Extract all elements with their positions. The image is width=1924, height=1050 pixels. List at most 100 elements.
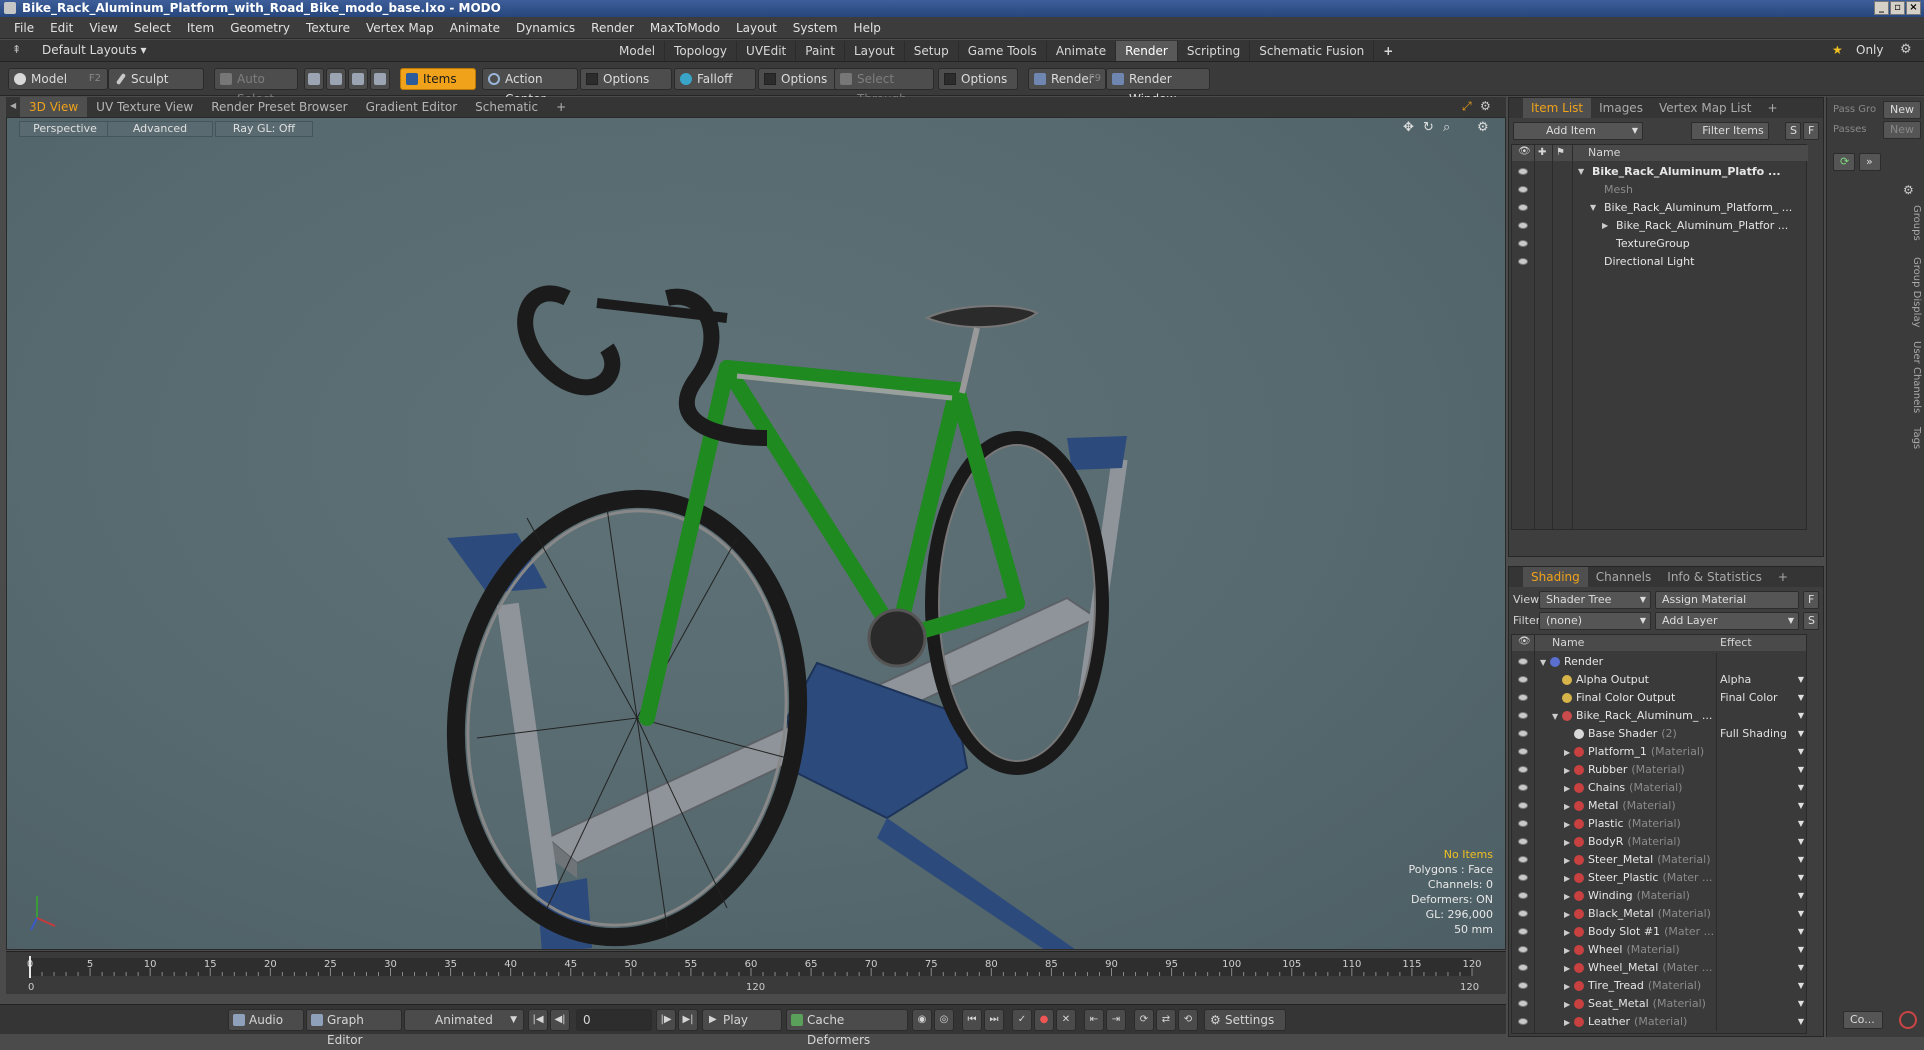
expand-triangle-icon[interactable]: ▶ <box>1564 996 1574 1013</box>
tab-3d-view[interactable]: 3D View <box>20 97 88 117</box>
visibility-eye-icon[interactable] <box>1518 168 1528 175</box>
key-right-icon[interactable]: ⇥ <box>1106 1009 1126 1031</box>
visibility-eye-icon[interactable] <box>1518 784 1528 791</box>
visibility-eye-icon[interactable] <box>1518 186 1528 193</box>
menu-system[interactable]: System <box>785 17 846 39</box>
materials-mode-icon[interactable] <box>370 68 390 90</box>
close-button[interactable]: × <box>1906 1 1921 15</box>
shader-row[interactable]: ▶ Rubber (Material) ▼ <box>1512 761 1806 779</box>
expand-triangle-icon[interactable]: ▼ <box>1540 654 1550 671</box>
graph-editor-button[interactable]: Graph Editor <box>306 1009 402 1047</box>
item-row[interactable]: ▼ Bike_Rack_Aluminum_Platfo ... <box>1512 163 1809 181</box>
shader-row[interactable]: ▶ Seat_Metal (Material) ▼ <box>1512 995 1806 1013</box>
effect-dropdown[interactable]: ▼ <box>1716 941 1806 959</box>
tab-info-statistics[interactable]: Info & Statistics <box>1659 567 1770 587</box>
loop-icon[interactable]: ⟳ <box>1134 1009 1154 1031</box>
side-tab-user-channels[interactable]: User Channels <box>1911 341 1922 413</box>
visibility-eye-icon[interactable] <box>1518 204 1528 211</box>
menu-vertex-map[interactable]: Vertex Map <box>358 17 442 39</box>
options-checkbox-3[interactable] <box>944 73 956 85</box>
effect-dropdown[interactable]: ▼ <box>1716 833 1806 851</box>
expand-triangle-icon[interactable]: ▼ <box>1552 708 1562 725</box>
effect-dropdown[interactable]: ▼ <box>1716 959 1806 977</box>
expand-triangle-icon[interactable]: ▶ <box>1602 217 1612 235</box>
visibility-eye-icon[interactable] <box>1518 658 1528 665</box>
visibility-eye-icon[interactable] <box>1518 838 1528 845</box>
layout-preset-dropdown[interactable]: Default Layouts ▾ <box>42 43 147 57</box>
add-item-dropdown[interactable]: Add Item ▼ <box>1513 122 1643 140</box>
render-button[interactable]: Render F9 <box>1028 68 1106 90</box>
tab-paint[interactable]: Paint <box>796 41 845 61</box>
visibility-eye-icon[interactable] <box>1518 712 1528 719</box>
add-panel-tab-button[interactable]: + <box>1759 98 1785 118</box>
visibility-eye-icon[interactable] <box>1518 946 1528 953</box>
effect-dropdown[interactable]: ▼ <box>1716 977 1806 995</box>
animated-dropdown[interactable]: Animated ▼ <box>404 1009 524 1031</box>
tab-layout[interactable]: Layout <box>845 41 905 61</box>
expand-icon[interactable]: ⤢ <box>1462 99 1472 114</box>
visibility-eye-icon[interactable] <box>1518 222 1528 229</box>
first-frame-button[interactable]: |◀ <box>528 1009 548 1031</box>
shader-row[interactable]: ▶ Wheel (Material) ▼ <box>1512 941 1806 959</box>
minimize-button[interactable]: _ <box>1874 1 1889 15</box>
menu-layout[interactable]: Layout <box>728 17 785 39</box>
effect-dropdown[interactable]: ▼ <box>1716 779 1806 797</box>
item-row[interactable]: ▼ Bike_Rack_Aluminum_Platform_ ... <box>1512 199 1809 217</box>
refresh-icon[interactable]: ⟳ <box>1833 153 1855 171</box>
pass-gear-icon[interactable]: ⚙ <box>1903 183 1914 197</box>
expand-triangle-icon[interactable]: ▶ <box>1564 978 1574 995</box>
key-prev-icon[interactable]: ⏮ <box>962 1009 982 1031</box>
visibility-eye-icon[interactable] <box>1518 730 1528 737</box>
tab-setup[interactable]: Setup <box>905 41 959 61</box>
bounce-icon[interactable]: ⇄ <box>1156 1009 1176 1031</box>
f-toggle[interactable]: F <box>1803 122 1819 140</box>
effect-dropdown[interactable]: ▼ <box>1716 887 1806 905</box>
3d-viewport[interactable]: Perspective Advanced Ray GL: Off ✥ ↻ ⌕ ⚙ <box>6 117 1506 950</box>
expand-triangle-icon[interactable]: ▶ <box>1564 762 1574 779</box>
shader-row[interactable]: ▶ Wheel_Metal (Mater ... ▼ <box>1512 959 1806 977</box>
shader-row[interactable]: Alpha Output Alpha ▼ <box>1512 671 1806 689</box>
tab-uv-texture-view[interactable]: UV Texture View <box>87 97 202 117</box>
sculpt-button[interactable]: Sculpt <box>108 68 204 90</box>
tab-animate[interactable]: Animate <box>1047 41 1117 61</box>
add-shading-tab-button[interactable]: + <box>1770 567 1796 587</box>
shader-row[interactable]: ▶ Body Slot #1 (Mater ... ▼ <box>1512 923 1806 941</box>
tab-shading[interactable]: Shading <box>1523 567 1588 587</box>
shader-row[interactable]: Base Shader (2) Full Shading ▼ <box>1512 725 1806 743</box>
effect-dropdown[interactable]: ▼ <box>1716 797 1806 815</box>
expand-triangle-icon[interactable]: ▶ <box>1564 870 1574 887</box>
effect-dropdown[interactable]: Alpha ▼ <box>1716 671 1806 689</box>
key-left-icon[interactable]: ⇤ <box>1084 1009 1104 1031</box>
shader-row[interactable]: ▶ Leather (Material) ▼ <box>1512 1013 1806 1031</box>
effect-dropdown[interactable]: ▼ <box>1716 905 1806 923</box>
tab-topology[interactable]: Topology <box>665 41 738 61</box>
s-toggle[interactable]: S <box>1785 122 1801 140</box>
falloff-button[interactable]: Falloff <box>674 68 756 90</box>
tab-gradient-editor[interactable]: Gradient Editor <box>357 97 467 117</box>
visibility-eye-icon[interactable] <box>1518 928 1528 935</box>
expand-triangle-icon[interactable]: ▼ <box>1578 163 1588 181</box>
frame-input[interactable]: 0 <box>576 1009 652 1031</box>
tab-menu-icon[interactable]: ◀ <box>10 101 16 110</box>
tab-model[interactable]: Model <box>610 41 666 61</box>
effect-dropdown[interactable]: ▼ <box>1716 743 1806 761</box>
visibility-eye-icon[interactable] <box>1518 694 1528 701</box>
effect-dropdown[interactable]: Final Color ▼ <box>1716 689 1806 707</box>
shading-f-toggle[interactable]: F <box>1803 591 1819 609</box>
view-dropdown[interactable]: Shader Tree ▼ <box>1539 591 1651 609</box>
record-key-icon[interactable]: ◉ <box>912 1009 932 1031</box>
effect-dropdown[interactable]: Full Shading ▼ <box>1716 725 1806 743</box>
menu-select[interactable]: Select <box>126 17 179 39</box>
expand-triangle-icon[interactable]: ▶ <box>1564 960 1574 977</box>
shader-row[interactable]: ▶ Plastic (Material) ▼ <box>1512 815 1806 833</box>
assign-material-button[interactable]: Assign Material <box>1655 591 1799 609</box>
item-row[interactable]: ▶ Bike_Rack_Aluminum_Platfor ... <box>1512 217 1809 235</box>
key-next-icon[interactable]: ⏭ <box>984 1009 1004 1031</box>
effect-dropdown[interactable]: ▼ <box>1716 851 1806 869</box>
item-row[interactable]: Mesh <box>1512 181 1809 199</box>
play-button[interactable]: ▶ Play <box>702 1009 782 1031</box>
add-layout-tab-button[interactable]: + <box>1374 41 1402 61</box>
menu-help[interactable]: Help <box>846 17 889 39</box>
expand-triangle-icon[interactable]: ▶ <box>1564 816 1574 833</box>
shader-row[interactable]: ▶ Steer_Plastic (Mater ... ▼ <box>1512 869 1806 887</box>
